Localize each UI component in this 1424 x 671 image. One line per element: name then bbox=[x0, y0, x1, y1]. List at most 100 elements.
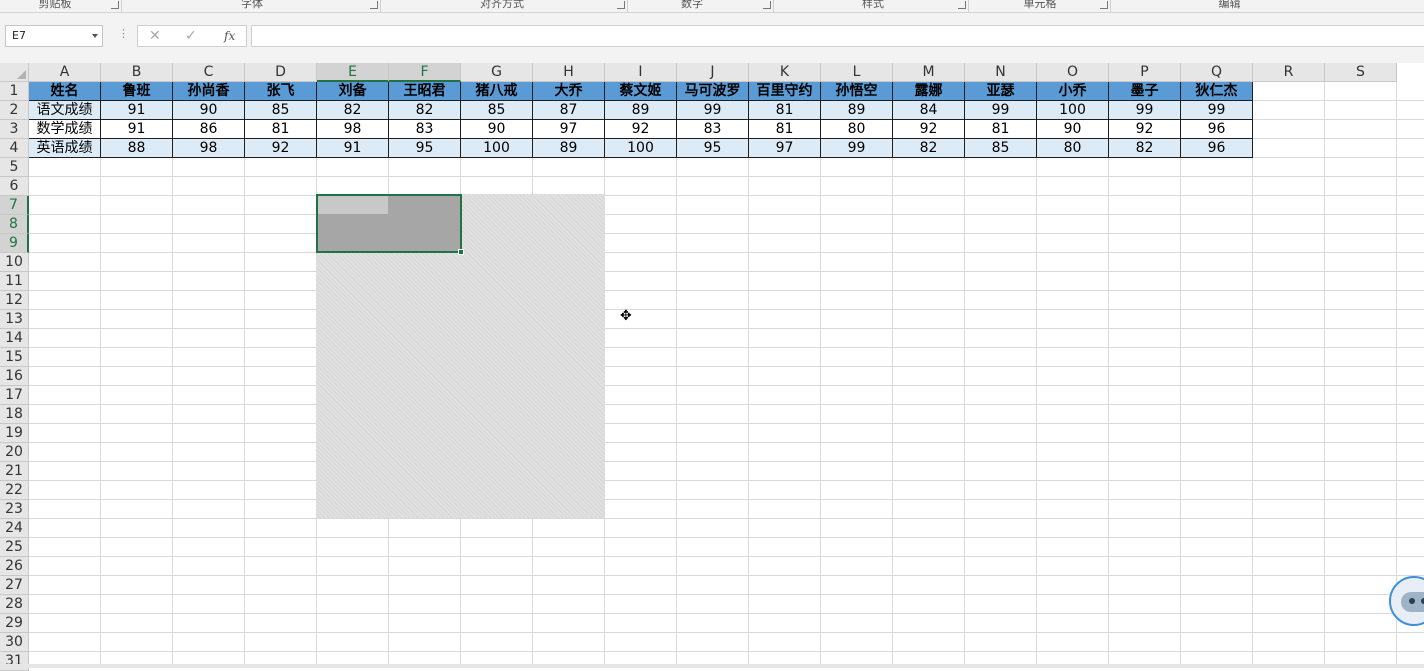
table-cell[interactable]: 92 bbox=[1108, 119, 1181, 139]
more-options-icon[interactable]: ⋮ bbox=[118, 27, 129, 40]
table-cell[interactable]: 96 bbox=[1180, 138, 1253, 158]
table-cell[interactable]: 95 bbox=[676, 138, 749, 158]
column-header-R[interactable]: R bbox=[1253, 63, 1325, 82]
column-header-J[interactable]: J bbox=[677, 63, 749, 82]
row-header-13[interactable]: 13 bbox=[0, 310, 29, 329]
column-header-D[interactable]: D bbox=[245, 63, 317, 82]
table-cell[interactable]: 百里守约 bbox=[748, 82, 821, 101]
fill-handle[interactable] bbox=[458, 249, 464, 255]
table-cell[interactable]: 刘备 bbox=[316, 82, 389, 101]
table-cell[interactable]: 鲁班 bbox=[100, 82, 173, 101]
row-header-10[interactable]: 10 bbox=[0, 253, 29, 272]
table-cell[interactable]: 86 bbox=[172, 119, 245, 139]
table-cell[interactable]: 语文成绩 bbox=[29, 100, 101, 120]
table-cell[interactable]: 98 bbox=[316, 119, 389, 139]
table-cell[interactable]: 90 bbox=[460, 119, 533, 139]
row-header-25[interactable]: 25 bbox=[0, 538, 29, 557]
select-all-button[interactable] bbox=[0, 63, 29, 82]
column-header-A[interactable]: A bbox=[29, 63, 101, 82]
table-cell[interactable]: 99 bbox=[676, 100, 749, 120]
chevron-down-icon[interactable] bbox=[92, 34, 98, 38]
table-cell[interactable]: 露娜 bbox=[892, 82, 965, 101]
column-header-C[interactable]: C bbox=[173, 63, 245, 82]
table-cell[interactable]: 90 bbox=[172, 100, 245, 120]
table-cell[interactable]: 82 bbox=[892, 138, 965, 158]
row-header-8[interactable]: 8 bbox=[0, 215, 29, 234]
row-header-3[interactable]: 3 bbox=[0, 120, 29, 139]
table-cell[interactable]: 80 bbox=[820, 119, 893, 139]
dialog-launcher-icon[interactable] bbox=[111, 1, 119, 9]
row-header-24[interactable]: 24 bbox=[0, 519, 29, 538]
row-header-19[interactable]: 19 bbox=[0, 424, 29, 443]
table-cell[interactable]: 99 bbox=[1108, 100, 1181, 120]
row-header-28[interactable]: 28 bbox=[0, 595, 29, 614]
row-header-30[interactable]: 30 bbox=[0, 633, 29, 652]
table-cell[interactable]: 张飞 bbox=[244, 82, 317, 101]
table-cell[interactable]: 92 bbox=[244, 138, 317, 158]
table-cell[interactable]: 100 bbox=[460, 138, 533, 158]
column-header-Q[interactable]: Q bbox=[1181, 63, 1253, 82]
table-cell[interactable]: 91 bbox=[316, 138, 389, 158]
table-cell[interactable]: 82 bbox=[388, 100, 461, 120]
column-header-F[interactable]: F bbox=[389, 63, 461, 82]
table-cell[interactable]: 100 bbox=[604, 138, 677, 158]
row-header-7[interactable]: 7 bbox=[0, 196, 29, 215]
table-cell[interactable]: 81 bbox=[748, 100, 821, 120]
table-cell[interactable]: 亚瑟 bbox=[964, 82, 1037, 101]
table-cell[interactable]: 89 bbox=[604, 100, 677, 120]
table-cell[interactable]: 80 bbox=[1036, 138, 1109, 158]
table-cell[interactable]: 89 bbox=[532, 138, 605, 158]
row-header-4[interactable]: 4 bbox=[0, 139, 29, 158]
column-header-O[interactable]: O bbox=[1037, 63, 1109, 82]
column-header-E[interactable]: E bbox=[317, 63, 389, 82]
row-header-22[interactable]: 22 bbox=[0, 481, 29, 500]
row-header-17[interactable]: 17 bbox=[0, 386, 29, 405]
name-box[interactable]: E7 bbox=[5, 25, 103, 47]
table-cell[interactable]: 81 bbox=[748, 119, 821, 139]
insert-function-icon[interactable]: fx bbox=[224, 26, 235, 46]
table-cell[interactable]: 82 bbox=[316, 100, 389, 120]
table-cell[interactable]: 蔡文姬 bbox=[604, 82, 677, 101]
dialog-launcher-icon[interactable] bbox=[958, 1, 966, 9]
table-cell[interactable]: 孙尚香 bbox=[172, 82, 245, 101]
table-cell[interactable]: 97 bbox=[748, 138, 821, 158]
selected-range[interactable] bbox=[316, 194, 462, 253]
column-header-K[interactable]: K bbox=[749, 63, 821, 82]
table-cell[interactable]: 猪八戒 bbox=[460, 82, 533, 101]
table-cell[interactable]: 王昭君 bbox=[388, 82, 461, 101]
table-cell[interactable]: 85 bbox=[460, 100, 533, 120]
dialog-launcher-icon[interactable] bbox=[370, 1, 378, 9]
table-cell[interactable]: 92 bbox=[604, 119, 677, 139]
row-header-1[interactable]: 1 bbox=[0, 82, 29, 101]
table-cell[interactable]: 墨子 bbox=[1108, 82, 1181, 101]
table-cell[interactable]: 姓名 bbox=[29, 82, 101, 101]
table-cell[interactable]: 85 bbox=[964, 138, 1037, 158]
table-cell[interactable]: 数学成绩 bbox=[29, 119, 101, 139]
table-cell[interactable]: 85 bbox=[244, 100, 317, 120]
table-cell[interactable]: 87 bbox=[532, 100, 605, 120]
formula-input[interactable] bbox=[251, 25, 1424, 47]
table-cell[interactable]: 88 bbox=[100, 138, 173, 158]
table-cell[interactable]: 95 bbox=[388, 138, 461, 158]
row-header-29[interactable]: 29 bbox=[0, 614, 29, 633]
table-cell[interactable]: 97 bbox=[532, 119, 605, 139]
table-cell[interactable]: 92 bbox=[892, 119, 965, 139]
column-header-P[interactable]: P bbox=[1109, 63, 1181, 82]
row-header-5[interactable]: 5 bbox=[0, 158, 29, 177]
row-header-16[interactable]: 16 bbox=[0, 367, 29, 386]
table-cell[interactable]: 100 bbox=[1036, 100, 1109, 120]
table-cell[interactable]: 83 bbox=[388, 119, 461, 139]
row-header-26[interactable]: 26 bbox=[0, 557, 29, 576]
row-header-2[interactable]: 2 bbox=[0, 101, 29, 120]
row-header-27[interactable]: 27 bbox=[0, 576, 29, 595]
table-cell[interactable]: 90 bbox=[1036, 119, 1109, 139]
table-cell[interactable]: 91 bbox=[100, 100, 173, 120]
row-header-6[interactable]: 6 bbox=[0, 177, 29, 196]
table-cell[interactable]: 99 bbox=[820, 138, 893, 158]
table-cell[interactable]: 大乔 bbox=[532, 82, 605, 101]
column-header-S[interactable]: S bbox=[1325, 63, 1397, 82]
row-header-15[interactable]: 15 bbox=[0, 348, 29, 367]
table-cell[interactable]: 狄仁杰 bbox=[1180, 82, 1253, 101]
row-header-21[interactable]: 21 bbox=[0, 462, 29, 481]
table-cell[interactable]: 91 bbox=[100, 119, 173, 139]
